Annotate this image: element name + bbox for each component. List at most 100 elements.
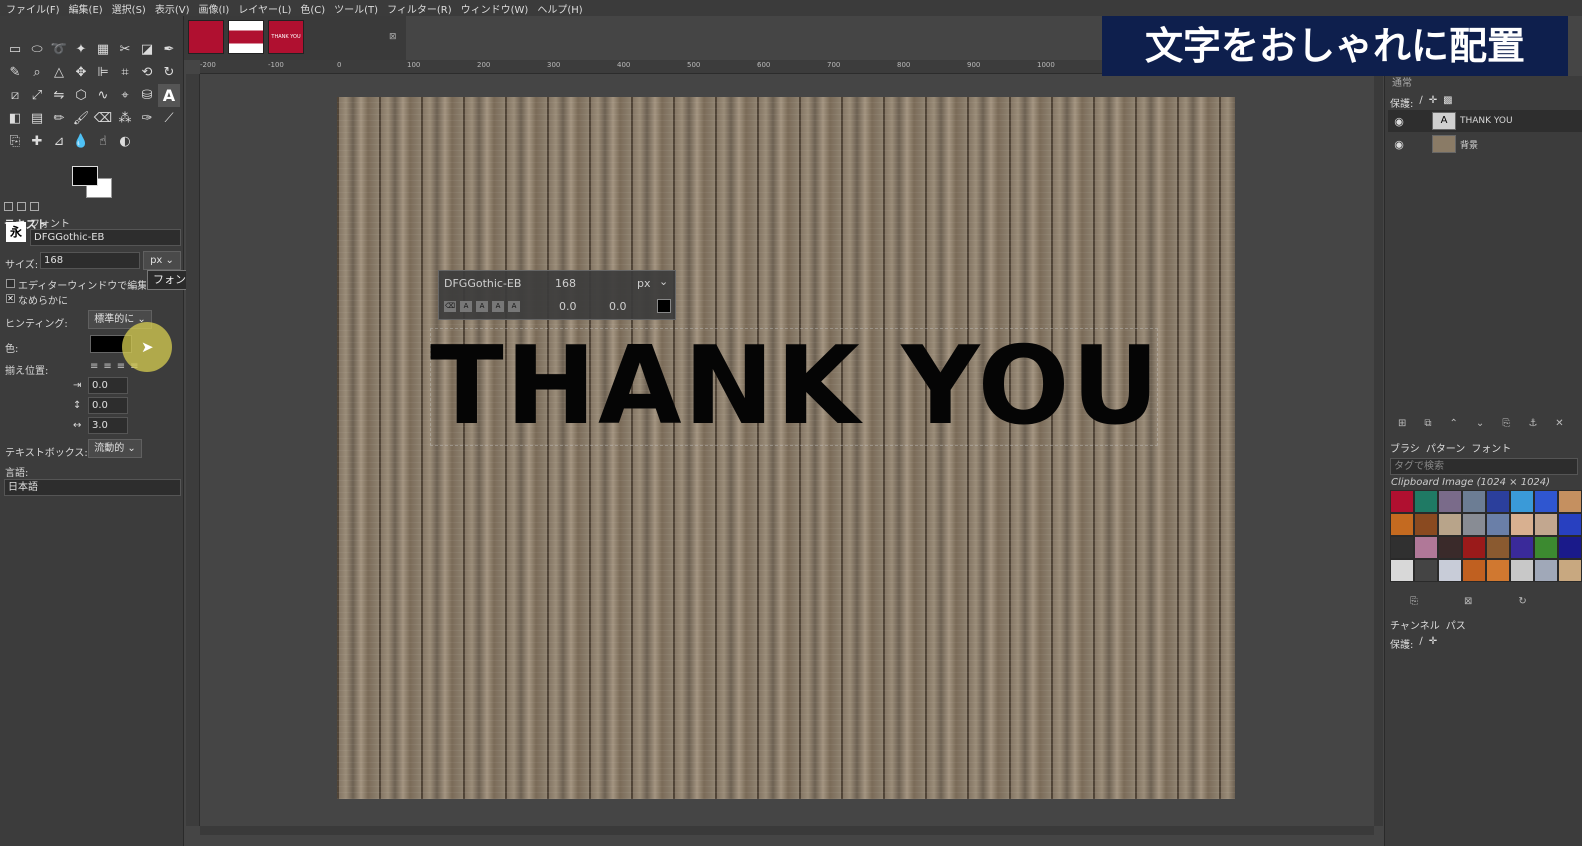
unified-transform-icon[interactable]: ⟲ — [136, 61, 158, 84]
raise-layer-icon[interactable]: ⌃ — [1450, 418, 1458, 429]
font-input[interactable]: DFGGothic-EB — [30, 229, 181, 246]
lock-position-icon[interactable]: ✛ — [1429, 95, 1437, 110]
blur-icon[interactable]: 💧 — [70, 130, 92, 153]
scissors-icon[interactable]: ✂ — [114, 38, 136, 61]
color-select-icon[interactable]: ▦ — [92, 38, 114, 61]
menu-item[interactable]: ファイル(F) — [6, 1, 60, 16]
menu-item[interactable]: ツール(T) — [334, 1, 378, 16]
italic-icon[interactable]: A — [476, 301, 488, 312]
baseline-value[interactable]: 0.0 — [559, 300, 577, 313]
pattern-swatch[interactable] — [1534, 513, 1558, 536]
justify-right-icon[interactable]: ≡ — [103, 361, 111, 372]
size-input[interactable]: 168 — [40, 252, 140, 269]
pattern-swatch[interactable] — [1462, 559, 1486, 582]
bucket-fill-icon[interactable]: ⛁ — [136, 84, 158, 107]
underline-icon[interactable]: A — [492, 301, 504, 312]
bold-icon[interactable]: A — [460, 301, 472, 312]
line-spacing-input[interactable]: 0.0 — [88, 397, 128, 414]
justify-left-icon[interactable]: ≡ — [90, 361, 98, 372]
kerning-value[interactable]: 0.0 — [609, 300, 627, 313]
pattern-swatch[interactable] — [1558, 490, 1582, 513]
pattern-swatch[interactable] — [1438, 490, 1462, 513]
foreground-color-swatch[interactable] — [72, 166, 98, 186]
indent-input[interactable]: 0.0 — [88, 377, 128, 394]
menu-item[interactable]: ウィンドウ(W) — [461, 1, 529, 16]
pattern-swatch[interactable] — [1510, 490, 1534, 513]
visibility-eye-icon[interactable]: ◉ — [1388, 138, 1410, 151]
on-canvas-font[interactable]: DFGGothic-EB — [444, 277, 521, 290]
pattern-swatch[interactable] — [1510, 513, 1534, 536]
menu-item[interactable]: 選択(S) — [112, 1, 146, 16]
menu-item[interactable]: 表示(V) — [155, 1, 190, 16]
tab-channels[interactable]: チャンネル — [1390, 617, 1440, 632]
pattern-swatch[interactable] — [1390, 559, 1414, 582]
pattern-swatch[interactable] — [1390, 536, 1414, 559]
shear-icon[interactable]: ⧄ — [4, 84, 26, 107]
pattern-swatch[interactable] — [1414, 536, 1438, 559]
pattern-swatch[interactable] — [1558, 513, 1582, 536]
measure-icon[interactable]: △ — [48, 61, 70, 84]
pattern-swatch[interactable] — [1462, 513, 1486, 536]
pattern-swatch[interactable] — [1438, 536, 1462, 559]
pencil-icon[interactable]: ✏ — [48, 107, 70, 130]
eraser-icon[interactable]: ⌫ — [92, 107, 114, 130]
smudge-icon[interactable]: ☝ — [92, 130, 114, 153]
antialias-checkbox[interactable]: ✕ — [6, 294, 15, 303]
tab-brushes[interactable]: ブラシ — [1390, 440, 1420, 455]
duplicate-layer-icon[interactable]: ⎘ — [1502, 418, 1510, 429]
lock-pixels-icon[interactable]: ∕ — [1419, 636, 1422, 651]
menu-item[interactable]: フィルター(R) — [387, 1, 452, 16]
handle-transform-icon[interactable]: ⌖ — [114, 84, 136, 107]
free-select-icon[interactable]: ➰ — [48, 38, 70, 61]
pattern-swatch[interactable] — [1558, 536, 1582, 559]
undo-history-tab-icon[interactable] — [30, 202, 39, 211]
align-icon[interactable]: ⊫ — [92, 61, 114, 84]
text-color-swatch[interactable] — [657, 299, 671, 313]
pattern-swatch[interactable] — [1534, 490, 1558, 513]
new-layer-icon[interactable]: ⊞ — [1398, 418, 1406, 429]
image-tab-3[interactable]: THANK YOU — [268, 20, 304, 54]
pattern-swatch[interactable] — [1390, 490, 1414, 513]
lock-pixels-icon[interactable]: ∕ — [1419, 95, 1422, 110]
menu-item[interactable]: レイヤー(L) — [238, 1, 291, 16]
pattern-swatch[interactable] — [1534, 559, 1558, 582]
pattern-swatch[interactable] — [1438, 559, 1462, 582]
scale-icon[interactable]: ⤢ — [26, 84, 48, 107]
crop-icon[interactable]: ⌗ — [114, 61, 136, 84]
pattern-swatch[interactable] — [1462, 536, 1486, 559]
lock-position-icon[interactable]: ✛ — [1429, 636, 1437, 651]
warp-icon[interactable]: ∿ — [92, 84, 114, 107]
clear-style-icon[interactable]: ⌫ — [444, 301, 456, 312]
mypaint-icon[interactable]: ▤ — [26, 107, 48, 130]
fg-bg-colors[interactable] — [72, 166, 112, 200]
canvas-text[interactable]: THANK YOU — [430, 328, 1159, 446]
image-tab-2[interactable] — [228, 20, 264, 54]
pattern-swatch[interactable] — [1486, 536, 1510, 559]
strikethrough-icon[interactable]: A — [508, 301, 520, 312]
move-icon[interactable]: ✥ — [70, 61, 92, 84]
letter-spacing-input[interactable]: 3.0 — [88, 417, 128, 434]
menu-item[interactable]: ヘルプ(H) — [537, 1, 582, 16]
new-group-icon[interactable]: ⧉ — [1424, 418, 1431, 429]
pattern-swatch[interactable] — [1414, 490, 1438, 513]
editor-checkbox[interactable] — [6, 279, 15, 288]
textbox-select[interactable]: 流動的 ⌄ — [88, 439, 142, 458]
image-tab-1[interactable] — [188, 20, 224, 54]
unit-chevron-icon[interactable]: ⌄ — [659, 275, 668, 288]
pattern-swatch[interactable] — [1486, 559, 1510, 582]
fuzzy-select-icon[interactable]: ✦ — [70, 38, 92, 61]
pattern-swatch[interactable] — [1438, 513, 1462, 536]
pattern-swatch[interactable] — [1510, 559, 1534, 582]
dodge-burn-icon[interactable]: ◐ — [114, 130, 136, 153]
duplicate-pattern-icon[interactable]: ⎘ — [1410, 596, 1418, 607]
flip-icon[interactable]: ⇋ — [48, 84, 70, 107]
menu-item[interactable]: 色(C) — [300, 1, 325, 16]
pattern-swatch[interactable] — [1462, 490, 1486, 513]
ellipse-select-icon[interactable]: ⬭ — [26, 38, 48, 61]
lower-layer-icon[interactable]: ⌄ — [1476, 418, 1484, 429]
delete-pattern-icon[interactable]: ⊠ — [1464, 596, 1472, 607]
rotate-icon[interactable]: ↻ — [158, 61, 180, 84]
pattern-swatch[interactable] — [1534, 536, 1558, 559]
gradient-icon[interactable]: ◧ — [4, 107, 26, 130]
perspective-clone-icon[interactable]: ⊿ — [48, 130, 70, 153]
